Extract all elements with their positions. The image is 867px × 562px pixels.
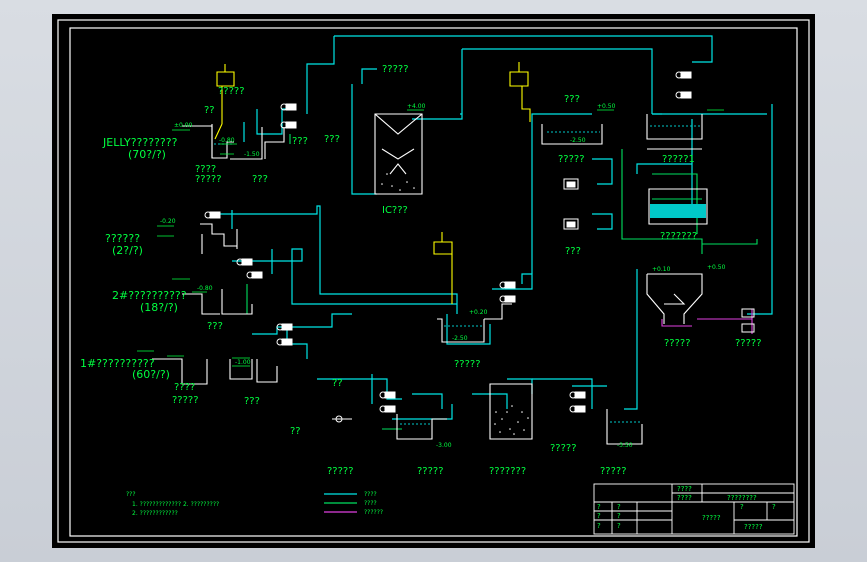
label-dosing: ????? bbox=[218, 86, 245, 97]
legend: ???? ???? ?????? bbox=[324, 491, 383, 516]
notes: ??? 1. ????????????? 2. ????????? 2. ???… bbox=[126, 491, 219, 517]
label-tank-4b: ????? bbox=[172, 395, 199, 406]
inner-frame bbox=[69, 27, 798, 537]
level-11: -2.50 bbox=[452, 335, 468, 342]
label-tank-20: ????? bbox=[550, 443, 577, 454]
level-6: -2.50 bbox=[570, 137, 586, 144]
level-5: +0.50 bbox=[597, 103, 616, 110]
title-block-sheet: ????? bbox=[744, 523, 763, 531]
title-block-q4: ? bbox=[617, 503, 621, 511]
title-block-text: ???? ???? ???????? ????? ? ? ? ? ? ? ? ?… bbox=[597, 485, 776, 531]
level-2: -0.80 bbox=[219, 137, 235, 144]
label-tank-15: ????? bbox=[600, 466, 627, 477]
label-small-b: ??? bbox=[324, 134, 340, 145]
label-tank-10: ????? bbox=[735, 338, 762, 349]
title-block-q1: ? bbox=[597, 503, 601, 511]
label-ic: IC??? bbox=[382, 205, 408, 216]
gas-piping bbox=[661, 309, 753, 334]
process-flow-drawing: JELLY???????? (70?/?) ?????? (2?/?) 2#??… bbox=[57, 19, 810, 543]
label-inlet-b: ?? bbox=[290, 426, 301, 437]
label-tank-9: ????? bbox=[664, 338, 691, 349]
label-tank-8: ??????? bbox=[660, 231, 697, 242]
label-pit-b-temp: (18?/?) bbox=[140, 301, 178, 314]
label-tank-3: ??? bbox=[292, 136, 308, 147]
label-tank-12: ????? bbox=[327, 466, 354, 477]
level-7: -0.20 bbox=[160, 218, 176, 225]
title-block-r2c2: ???????? bbox=[727, 494, 757, 502]
level-4: +4.00 bbox=[407, 103, 426, 110]
notes-line-2: 2. ???????????? bbox=[132, 510, 178, 517]
level-14: -3.50 bbox=[617, 442, 633, 449]
notes-line-1: 1. ????????????? 2. ????????? bbox=[132, 501, 219, 508]
label-small-a: ?? bbox=[204, 105, 215, 116]
title-block-q5: ? bbox=[617, 512, 621, 520]
title-block-r2c1: ???? bbox=[677, 494, 692, 502]
label-tank-1b: ????? bbox=[195, 174, 222, 185]
label-pit-c-temp: (60?/?) bbox=[132, 368, 170, 381]
level-12: -3.00 bbox=[436, 442, 452, 449]
cad-drawing-viewport: JELLY???????? (70?/?) ?????? (2?/?) 2#??… bbox=[52, 14, 815, 548]
title-block-r1c1: ???? bbox=[677, 485, 692, 493]
label-tank-5: ??? bbox=[564, 94, 580, 105]
legend-label-sludge: ???? bbox=[364, 500, 377, 507]
level-13: +0.50 bbox=[707, 264, 726, 271]
title-block bbox=[593, 483, 795, 535]
level-3: -1.50 bbox=[244, 151, 260, 158]
level-10: +0.20 bbox=[469, 309, 488, 316]
label-tank-19: ???? bbox=[174, 382, 195, 393]
label-pit-a-temp: (2?/?) bbox=[112, 244, 143, 257]
notes-title: ??? bbox=[126, 491, 136, 498]
label-jelly-temp: (70?/?) bbox=[128, 148, 166, 161]
title-block-q7: ? bbox=[740, 503, 744, 511]
outer-frame bbox=[57, 19, 810, 543]
level-9: -1.00 bbox=[235, 359, 251, 366]
level-1: ±0.00 bbox=[174, 122, 193, 129]
label-tank-14: ????? bbox=[417, 466, 444, 477]
label-tank-6: ????? bbox=[558, 154, 585, 165]
label-tank-17: ??? bbox=[207, 321, 223, 332]
legend-label-gas: ?????? bbox=[364, 509, 383, 516]
title-block-q2: ? bbox=[597, 512, 601, 520]
title-block-name: ????? bbox=[702, 514, 721, 522]
label-tank-16: ??? bbox=[565, 246, 581, 257]
label-tank-7: ?????1 bbox=[662, 154, 695, 165]
label-inlet-a: ?? bbox=[332, 378, 343, 389]
title-block-q6: ? bbox=[617, 522, 621, 530]
label-ic-top: ????? bbox=[382, 64, 409, 75]
water-fill bbox=[650, 204, 706, 218]
title-block-q8: ? bbox=[772, 503, 776, 511]
label-tank-2: ??? bbox=[252, 174, 268, 185]
level-15: +0.10 bbox=[652, 266, 671, 273]
level-8: -0.80 bbox=[197, 285, 213, 292]
title-block-q3: ? bbox=[597, 522, 601, 530]
level-marks bbox=[137, 109, 724, 367]
label-tank-13: ??????? bbox=[489, 466, 526, 477]
legend-label-sewage: ???? bbox=[364, 491, 377, 498]
water-levels bbox=[214, 125, 700, 425]
sludge-piping bbox=[246, 134, 758, 430]
label-tank-18: ??? bbox=[244, 396, 260, 407]
label-tank-11: ????? bbox=[454, 359, 481, 370]
